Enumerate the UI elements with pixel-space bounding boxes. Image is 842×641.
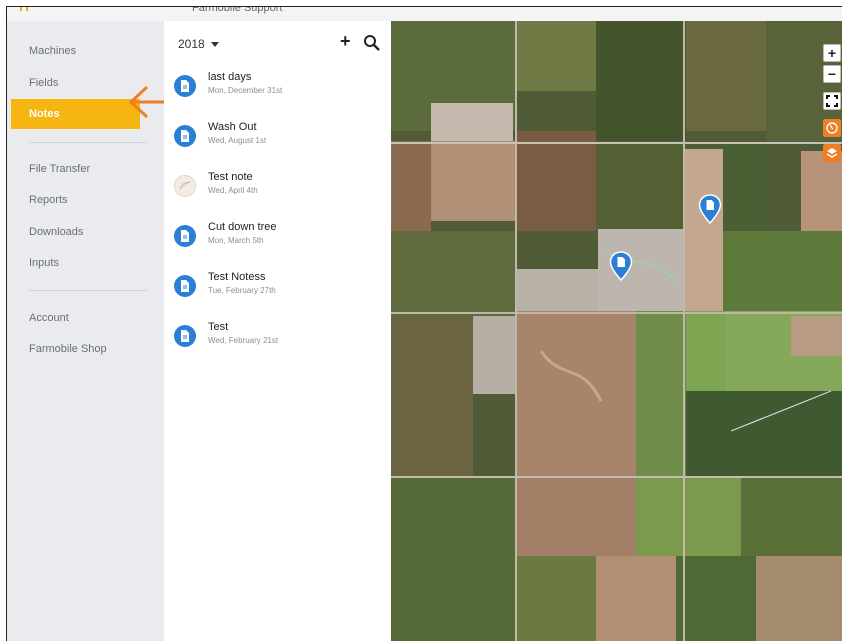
sidebar-item-account[interactable]: Account <box>7 303 164 333</box>
caret-down-icon <box>210 41 219 47</box>
document-icon <box>174 325 196 347</box>
note-title: Test Notess <box>208 271 266 283</box>
sidebar-item-reports[interactable]: Reports <box>7 185 164 215</box>
note-item[interactable]: Test note Wed, April 4th <box>174 171 384 211</box>
year-value: 2018 <box>178 37 205 51</box>
document-icon <box>174 275 196 297</box>
app-window: H Farmobile Support Machines Fields Note… <box>6 6 842 641</box>
note-date: Wed, August 1st <box>208 136 267 145</box>
layers-button[interactable] <box>823 144 841 162</box>
note-date: Mon, December 31st <box>208 86 283 95</box>
note-date: Wed, April 4th <box>208 186 258 195</box>
satellite-map[interactable]: + − <box>391 21 842 641</box>
document-icon <box>174 75 196 97</box>
layers-icon <box>826 148 838 158</box>
year-select[interactable]: 2018 <box>178 37 219 51</box>
document-icon <box>174 125 196 147</box>
expand-icon <box>826 95 838 107</box>
note-title: Wash Out <box>208 121 257 133</box>
sidebar-item-downloads[interactable]: Downloads <box>7 217 164 247</box>
note-title: Cut down tree <box>208 221 277 233</box>
note-date: Wed, February 21st <box>208 336 279 345</box>
map-note-pin[interactable] <box>698 194 722 224</box>
document-icon <box>174 225 196 247</box>
note-item[interactable]: Test Wed, February 21st <box>174 321 384 361</box>
sidebar-divider <box>29 142 147 143</box>
note-item[interactable]: last days Mon, December 31st <box>174 71 384 111</box>
search-icon[interactable] <box>363 34 381 52</box>
photo-thumbnail-icon <box>174 175 196 197</box>
globe-button[interactable] <box>823 119 841 137</box>
add-note-button[interactable]: + <box>340 31 351 52</box>
note-date: Mon, March 5th <box>208 236 264 245</box>
sidebar-item-farmobile-shop[interactable]: Farmobile Shop <box>7 334 164 364</box>
sidebar-item-notes[interactable]: Notes <box>11 99 140 129</box>
note-date: Tue, February 27th <box>208 286 276 295</box>
notes-panel: 2018 + last days Mon, December 31st Wash… <box>164 21 391 641</box>
logo-icon: H <box>19 6 30 14</box>
map-imagery <box>391 21 842 641</box>
note-title: Test note <box>208 171 253 183</box>
header-title: Farmobile Support <box>192 6 283 14</box>
zoom-out-button[interactable]: − <box>823 65 841 83</box>
top-bar: H Farmobile Support <box>7 7 842 21</box>
zoom-in-button[interactable]: + <box>823 44 841 62</box>
fullscreen-button[interactable] <box>823 92 841 110</box>
globe-icon <box>826 122 838 134</box>
sidebar-divider <box>29 290 147 291</box>
sidebar-item-machines[interactable]: Machines <box>7 36 164 66</box>
note-item[interactable]: Wash Out Wed, August 1st <box>174 121 384 161</box>
note-title: last days <box>208 71 252 83</box>
sidebar-item-file-transfer[interactable]: File Transfer <box>7 154 164 184</box>
note-title: Test <box>208 321 229 333</box>
note-item[interactable]: Cut down tree Mon, March 5th <box>174 221 384 261</box>
sidebar-item-inputs[interactable]: Inputs <box>7 248 164 278</box>
note-item[interactable]: Test Notess Tue, February 27th <box>174 271 384 311</box>
map-note-pin[interactable] <box>609 251 633 281</box>
